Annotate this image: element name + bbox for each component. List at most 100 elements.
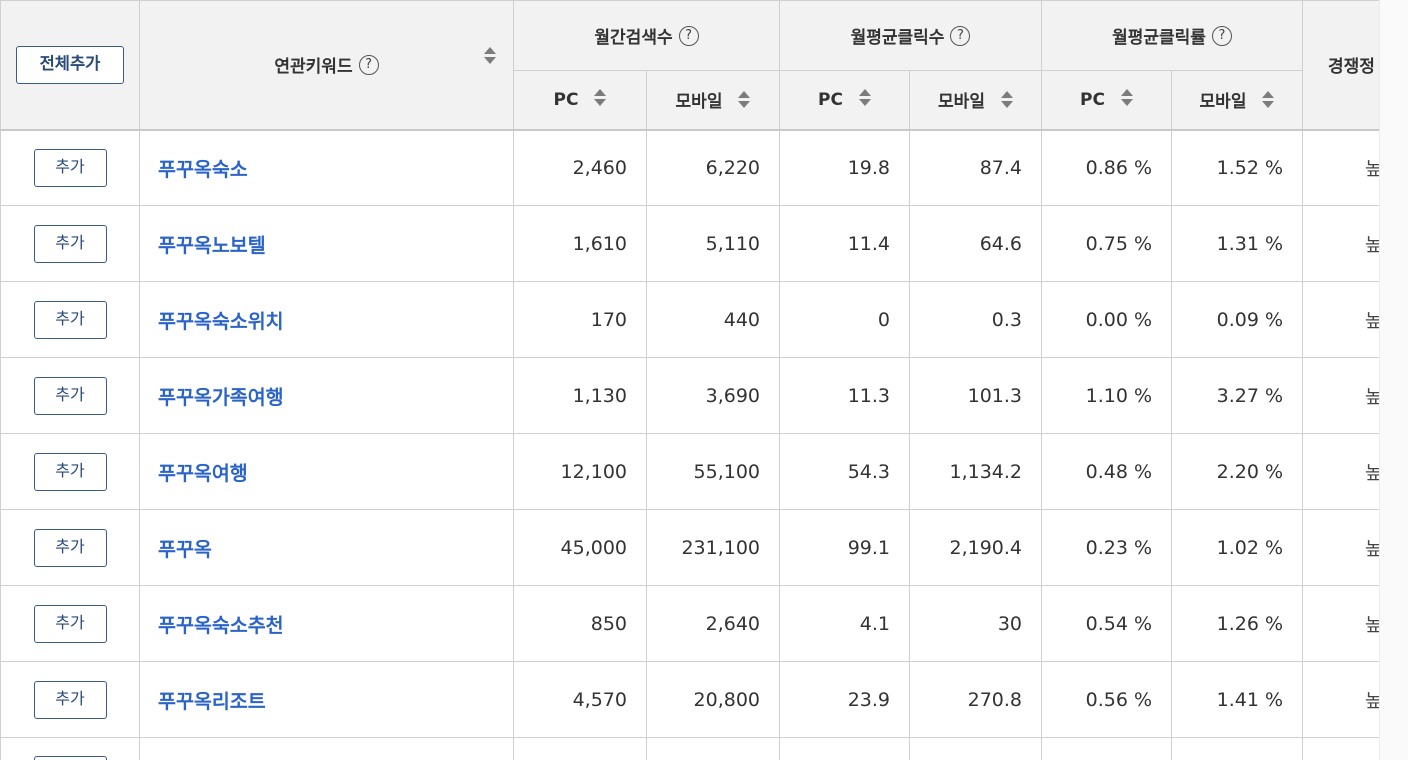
search-pc-value: 850 [513,585,647,662]
add-all-header-cell: 전체추가 [0,0,140,131]
avg-ctr-help-icon[interactable]: ? [1211,26,1232,46]
ctr-mobile-value: 1.31 % [1171,205,1304,282]
monthly-search-header: 월간검색수? [512,0,781,71]
ctr-mobile-header[interactable]: 모바일 [1171,70,1304,131]
add-keyword-button[interactable]: 추가 [33,604,107,643]
clicks-mobile-label: 모바일 [938,92,985,113]
clicks-mobile-value: 101.3 [909,357,1043,434]
add-keyword-button[interactable]: 추가 [33,756,107,760]
clicks-mobile-value: 87.4 [909,129,1043,206]
search-mobile-value: 6,220 [645,129,781,206]
add-all-button[interactable]: 전체추가 [16,45,124,84]
avg-clicks-header: 월평균클릭수? [779,0,1043,71]
vertical-scrollbar[interactable] [1379,0,1408,760]
table-row: 추가 푸꾸옥노보텔 1,610 5,110 11.4 64.6 0.75 % 1… [0,205,1379,282]
avg-clicks-help-icon[interactable]: ? [950,26,971,46]
ctr-pc-sort-icon[interactable] [1120,88,1133,107]
table-row: 추가 푸꾸옥숙소추천 850 2,640 4.1 30 0.54 % 1.26 … [0,585,1379,662]
search-mobile-value: 3,690 [645,357,781,434]
keyword-link[interactable]: 푸꾸옥숙소 [158,158,248,181]
keyword-sort-icon[interactable] [484,47,496,65]
clicks-pc-value: 23.9 [779,661,911,738]
add-keyword-button[interactable]: 추가 [33,224,107,263]
search-pc-value: 1,130 [513,357,647,434]
add-keyword-button[interactable]: 추가 [33,528,107,567]
ctr-mobile-value: 1.26 % [1171,585,1304,662]
add-keyword-button[interactable]: 추가 [33,680,107,719]
clicks-mobile-value: 270.8 [909,661,1043,738]
keyword-link[interactable]: 푸꾸옥 [158,538,212,561]
clicks-mobile-sort-icon[interactable] [1000,91,1013,109]
related-keywords-table: 전체추가 연관키워드? 월간검색수? 월평균클릭수? 월평균클릭률? 경쟁정 P… [0,0,1379,760]
clicks-pc-value: 11.3 [779,357,911,434]
add-keyword-button[interactable]: 추가 [33,148,107,187]
keyword-table-viewport[interactable]: 전체추가 연관키워드? 월간검색수? 월평균클릭수? 월평균클릭률? 경쟁정 P… [0,0,1379,760]
clicks-pc-header[interactable]: PC [779,70,911,131]
clicks-pc-value: 99.1 [779,509,911,586]
ctr-mobile-value [1171,737,1304,760]
table-row: 추가 푸꾸옥숙소위치 170 440 0 0.3 0.00 % 0.09 % 높 [0,281,1379,358]
keyword-link[interactable]: 푸꾸옥리조트 [158,690,266,713]
clicks-mobile-value: 1,134.2 [909,433,1043,510]
competition-column-label: 경쟁정 [1328,57,1375,78]
search-mobile-sort-icon[interactable] [738,91,751,109]
competition-value [1302,737,1379,760]
search-pc-value: 45,000 [513,509,647,586]
search-pc-value: 12,100 [513,433,647,510]
competition-value: 높 [1302,205,1379,282]
avg-ctr-header: 월평균클릭률? [1041,0,1304,71]
search-mobile-header[interactable]: 모바일 [645,70,781,131]
clicks-pc-label: PC [818,89,843,110]
add-keyword-button[interactable]: 추가 [33,452,107,491]
keyword-link[interactable]: 푸꾸옥숙소위치 [158,310,284,333]
search-pc-value: 2,460 [513,129,647,206]
clicks-mobile-header[interactable]: 모바일 [909,70,1043,131]
ctr-pc-value: 0.48 % [1041,433,1173,510]
search-pc-sort-icon[interactable] [594,88,607,107]
ctr-pc-header[interactable]: PC [1041,70,1173,131]
clicks-pc-value: 19.8 [779,129,911,206]
competition-column-header[interactable]: 경쟁정 [1302,0,1379,131]
search-mobile-value: 5,110 [645,205,781,282]
keyword-link[interactable]: 푸꾸옥노보텔 [158,234,266,257]
keyword-column-header[interactable]: 연관키워드? [139,0,514,131]
monthly-search-help-icon[interactable]: ? [678,26,699,46]
clicks-pc-value: 54.3 [779,433,911,510]
keyword-link[interactable]: 푸꾸옥숙소추천 [158,614,284,637]
ctr-mobile-value: 1.52 % [1171,129,1304,206]
table-row: 추가 푸꾸옥리조트 4,570 20,800 23.9 270.8 0.56 %… [0,661,1379,738]
clicks-mobile-value [909,737,1043,760]
clicks-mobile-value: 2,190.4 [909,509,1043,586]
clicks-pc-sort-icon[interactable] [858,88,871,107]
ctr-pc-value: 0.86 % [1041,129,1173,206]
ctr-pc-value: 0.54 % [1041,585,1173,662]
competition-value: 높 [1302,281,1379,358]
clicks-mobile-value: 30 [909,585,1043,662]
ctr-mobile-value: 3.27 % [1171,357,1304,434]
table-row: 추가 푸꾸옥 45,000 231,100 99.1 2,190.4 0.23 … [0,509,1379,586]
table-row: 추가 푸꾸옥여행 12,100 55,100 54.3 1,134.2 0.48… [0,433,1379,510]
search-pc-value: 4,570 [513,661,647,738]
ctr-pc-value: 0.75 % [1041,205,1173,282]
competition-value: 높 [1302,585,1379,662]
search-pc-label: PC [553,89,579,110]
add-keyword-button[interactable]: 추가 [33,300,107,339]
search-mobile-value: 20,800 [645,661,781,738]
table-row: 추가 [0,737,1379,760]
competition-value: 높 [1302,433,1379,510]
competition-value: 높 [1302,129,1379,206]
ctr-mobile-sort-icon[interactable] [1262,91,1275,109]
keyword-link[interactable]: 푸꾸옥가족여행 [158,386,284,409]
ctr-mobile-value: 0.09 % [1171,281,1304,358]
clicks-mobile-value: 0.3 [909,281,1043,358]
monthly-search-label: 월간검색수 [594,28,673,48]
ctr-mobile-label: 모바일 [1199,92,1247,113]
table-row: 추가 푸꾸옥숙소 2,460 6,220 19.8 87.4 0.86 % 1.… [0,129,1379,206]
search-pc-value [513,737,647,760]
search-pc-header[interactable]: PC [513,70,647,131]
search-mobile-value: 231,100 [645,509,781,586]
add-keyword-button[interactable]: 추가 [33,376,107,415]
search-pc-value: 1,610 [513,205,647,282]
keyword-help-icon[interactable]: ? [358,55,379,76]
keyword-link[interactable]: 푸꾸옥여행 [158,462,248,485]
